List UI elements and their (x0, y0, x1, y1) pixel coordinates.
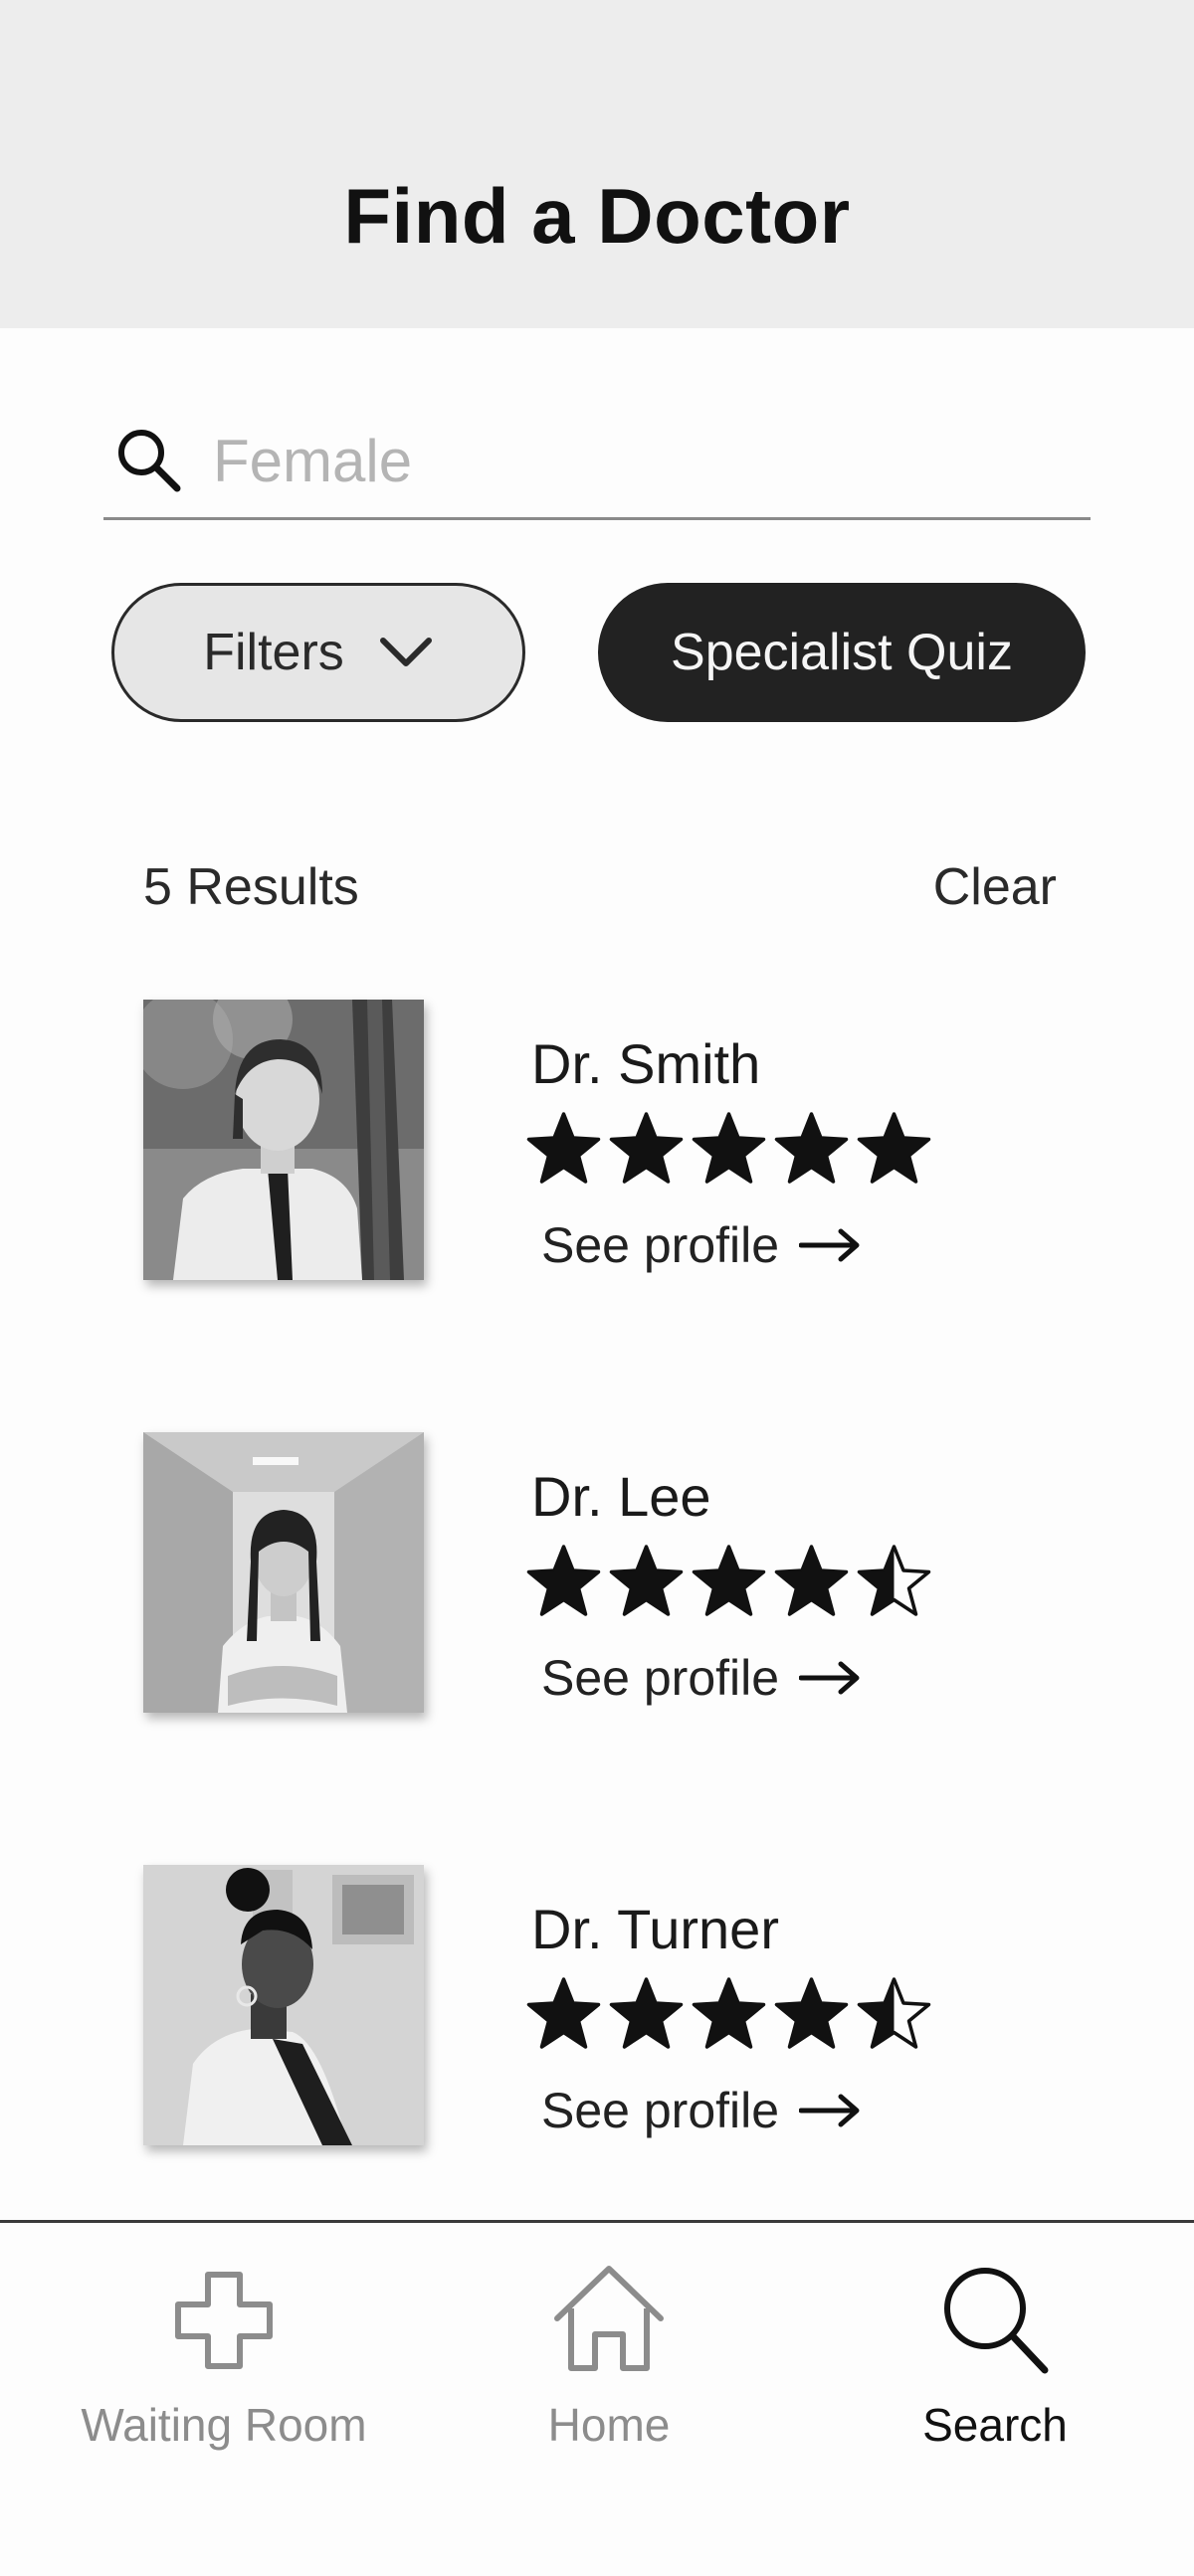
star-filled-icon (774, 1112, 849, 1184)
doctor-card[interactable]: Dr. Turner See profile (0, 1865, 1194, 2163)
home-icon (554, 2266, 664, 2371)
filters-button[interactable]: Filters (111, 583, 525, 722)
bottom-nav: Waiting Room Home Search (0, 2220, 1194, 2576)
results-count: 5 Results (143, 858, 359, 916)
rating-stars (525, 1976, 932, 2052)
specialist-quiz-label: Specialist Quiz (671, 624, 1013, 681)
star-filled-icon (609, 1977, 684, 2049)
doctor-portrait-image (143, 1000, 424, 1280)
doctor-portrait-image (143, 1865, 424, 2145)
doctor-photo[interactable] (143, 1865, 424, 2145)
star-filled-icon (526, 1977, 601, 2049)
star-filled-icon (692, 1112, 766, 1184)
see-profile-label: See profile (541, 1650, 780, 1706)
star-filled-icon (774, 1545, 849, 1616)
nav-label: Waiting Room (81, 2399, 367, 2451)
star-filled-icon (609, 1545, 684, 1616)
search-input[interactable] (213, 421, 1069, 500)
star-filled-icon (526, 1545, 601, 1616)
clear-button[interactable]: Clear (933, 857, 1057, 917)
arrow-right-icon (799, 1228, 860, 1262)
see-profile-label: See profile (541, 2083, 780, 2138)
star-filled-icon (609, 1112, 684, 1184)
search-icon (118, 430, 181, 492)
star-filled-icon (526, 1112, 601, 1184)
chevron-down-icon (379, 638, 432, 666)
nav-item-search[interactable]: Search (831, 2261, 1159, 2480)
arrow-right-icon (799, 1661, 860, 1695)
nav-item-home[interactable]: Home (445, 2261, 773, 2480)
doctor-name: Dr. Smith (531, 1032, 761, 1095)
star-filled-icon (857, 1112, 931, 1184)
search-bar[interactable] (103, 403, 1091, 520)
see-profile-link[interactable]: See profile (541, 1216, 861, 1274)
star-half-icon (857, 1545, 931, 1616)
star-filled-icon (692, 1545, 766, 1616)
see-profile-link[interactable]: See profile (541, 1649, 861, 1707)
nav-item-waiting-room[interactable]: Waiting Room (60, 2261, 388, 2480)
medical-cross-icon (175, 2272, 273, 2369)
page-title: Find a Doctor (343, 172, 851, 260)
doctor-name: Dr. Lee (531, 1465, 711, 1528)
see-profile-label: See profile (541, 1217, 780, 1273)
see-profile-link[interactable]: See profile (541, 2082, 861, 2139)
doctor-card[interactable]: Dr. Smith See profile (0, 1000, 1194, 1298)
nav-label: Search (922, 2399, 1068, 2451)
search-icon (944, 2268, 1049, 2374)
star-filled-icon (692, 1977, 766, 2049)
doctor-photo[interactable] (143, 1000, 424, 1280)
specialist-quiz-button[interactable]: Specialist Quiz (598, 583, 1086, 722)
arrow-right-icon (799, 2094, 860, 2127)
doctor-portrait-image (143, 1432, 424, 1713)
star-filled-icon (774, 1977, 849, 2049)
nav-label: Home (547, 2399, 671, 2451)
filters-label: Filters (203, 624, 344, 681)
star-half-icon (857, 1977, 931, 2049)
doctor-photo[interactable] (143, 1432, 424, 1713)
header: Find a Doctor (0, 0, 1194, 328)
rating-stars (525, 1111, 932, 1187)
doctor-name: Dr. Turner (531, 1898, 779, 1960)
rating-stars (525, 1544, 932, 1619)
doctor-card[interactable]: Dr. Lee See profile (0, 1432, 1194, 1731)
